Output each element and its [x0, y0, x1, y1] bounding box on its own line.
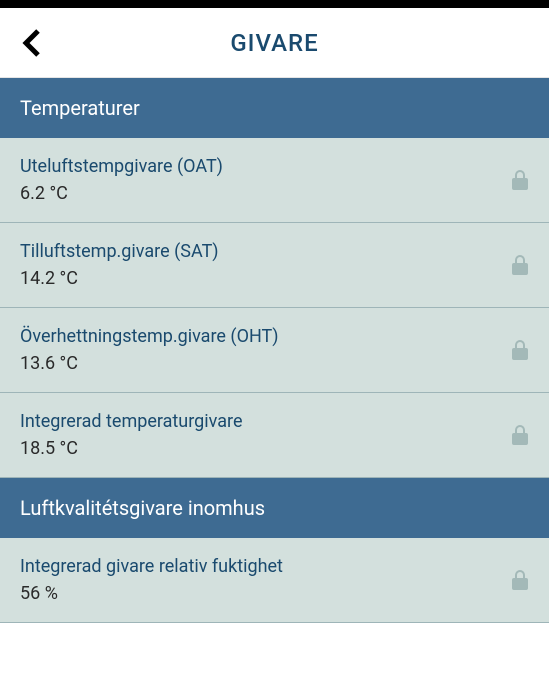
list-item-content: Integrerad givare relativ fuktighet 56 % — [20, 556, 511, 604]
sensor-value: 14.2 °C — [20, 268, 511, 289]
list-item[interactable]: Tilluftstemp.givare (SAT) 14.2 °C — [0, 223, 549, 308]
sensor-label: Integrerad temperaturgivare — [20, 411, 511, 432]
lock-icon — [511, 169, 529, 191]
page-title: GIVARE — [16, 29, 533, 57]
sensor-value: 13.6 °C — [20, 353, 511, 374]
list-item[interactable]: Överhettningstemp.givare (OHT) 13.6 °C — [0, 308, 549, 393]
sensor-label: Överhettningstemp.givare (OHT) — [20, 326, 511, 347]
section-header-temperaturer: Temperaturer — [0, 78, 549, 138]
list-item-content: Tilluftstemp.givare (SAT) 14.2 °C — [20, 241, 511, 289]
back-button[interactable] — [20, 27, 42, 59]
lock-icon — [511, 339, 529, 361]
chevron-left-icon — [20, 27, 42, 59]
list-item-content: Uteluftstempgivare (OAT) 6.2 °C — [20, 156, 511, 204]
sensor-label: Integrerad givare relativ fuktighet — [20, 556, 511, 577]
list-item[interactable]: Integrerad temperaturgivare 18.5 °C — [0, 393, 549, 478]
list-item[interactable]: Integrerad givare relativ fuktighet 56 % — [0, 538, 549, 623]
sensor-label: Tilluftstemp.givare (SAT) — [20, 241, 511, 262]
sensor-label: Uteluftstempgivare (OAT) — [20, 156, 511, 177]
lock-icon — [511, 254, 529, 276]
lock-icon — [511, 569, 529, 591]
lock-icon — [511, 424, 529, 446]
status-bar — [0, 0, 549, 8]
section-header-luftkvalitet: Luftkvalitétsgivare inomhus — [0, 478, 549, 538]
list-item-content: Överhettningstemp.givare (OHT) 13.6 °C — [20, 326, 511, 374]
list-item-content: Integrerad temperaturgivare 18.5 °C — [20, 411, 511, 459]
sensor-value: 6.2 °C — [20, 183, 511, 204]
header: GIVARE — [0, 8, 549, 78]
sensor-value: 56 % — [20, 583, 511, 604]
sensor-value: 18.5 °C — [20, 438, 511, 459]
list-item[interactable]: Uteluftstempgivare (OAT) 6.2 °C — [0, 138, 549, 223]
